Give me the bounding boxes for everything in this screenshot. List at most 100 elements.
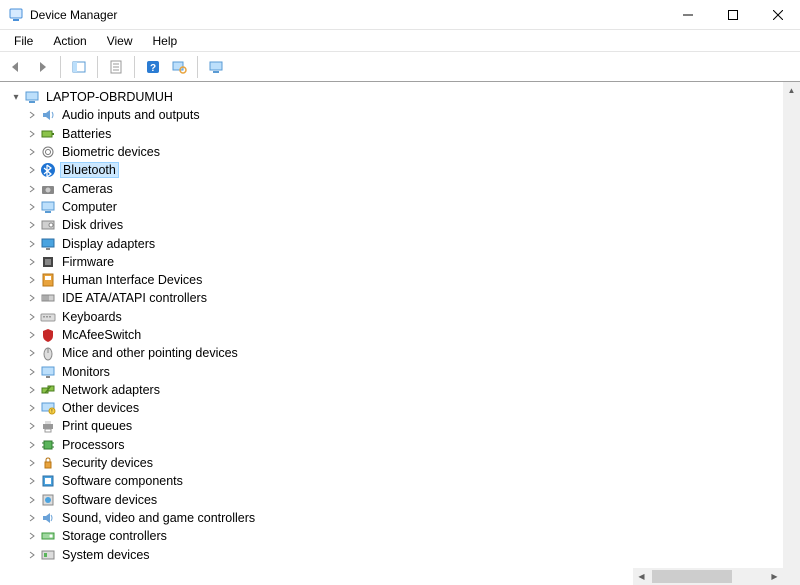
maximize-button[interactable] — [710, 0, 755, 30]
tree-item[interactable]: Computer — [4, 198, 800, 216]
tree-item-label: Sound, video and game controllers — [60, 511, 257, 525]
tree-item-label: Print queues — [60, 419, 134, 433]
vertical-scrollbar[interactable]: ▲ ▼ — [783, 82, 800, 585]
toolbar-separator — [97, 56, 98, 78]
tree-item[interactable]: Keyboards — [4, 308, 800, 326]
chevron-right-icon[interactable] — [26, 401, 40, 415]
tree-item[interactable]: Display adapters — [4, 234, 800, 252]
tree-item[interactable]: Security devices — [4, 454, 800, 472]
chevron-right-icon[interactable] — [26, 127, 40, 141]
display-icon — [40, 236, 56, 252]
tree-item-label: IDE ATA/ATAPI controllers — [60, 291, 209, 305]
help-toolbar-button[interactable]: ? — [141, 55, 165, 79]
tree-item[interactable]: Network adapters — [4, 381, 800, 399]
tree-root-label: LAPTOP-OBRDUMUH — [44, 90, 175, 104]
chevron-right-icon[interactable] — [26, 474, 40, 488]
back-button[interactable] — [4, 55, 28, 79]
tree-item-label: Biometric devices — [60, 145, 162, 159]
tree-item-label: Processors — [60, 438, 127, 452]
tree-item-label: System devices — [60, 548, 152, 562]
chevron-right-icon[interactable] — [26, 493, 40, 507]
chevron-right-icon[interactable] — [26, 108, 40, 122]
tree-item-label: Other devices — [60, 401, 141, 415]
tree-item[interactable]: Monitors — [4, 362, 800, 380]
tree-item[interactable]: Batteries — [4, 125, 800, 143]
scroll-track[interactable] — [650, 568, 766, 585]
tree-item[interactable]: Processors — [4, 436, 800, 454]
chevron-right-icon[interactable] — [26, 255, 40, 269]
toolbar: ? — [0, 52, 800, 82]
chevron-right-icon[interactable] — [26, 163, 40, 177]
tree-item[interactable]: Audio inputs and outputs — [4, 106, 800, 124]
scroll-right-button[interactable]: ▶ — [766, 568, 783, 585]
chevron-right-icon[interactable] — [26, 419, 40, 433]
tree-item[interactable]: McAfeeSwitch — [4, 326, 800, 344]
chevron-right-icon[interactable] — [26, 548, 40, 562]
scan-hardware-button[interactable] — [167, 55, 191, 79]
tree-item[interactable]: Software components — [4, 472, 800, 490]
chevron-right-icon[interactable] — [26, 310, 40, 324]
forward-button[interactable] — [30, 55, 54, 79]
printer-icon — [40, 418, 56, 434]
tree-item[interactable]: Print queues — [4, 417, 800, 435]
tree-item[interactable]: IDE ATA/ATAPI controllers — [4, 289, 800, 307]
chevron-right-icon[interactable] — [26, 511, 40, 525]
keyboard-icon — [40, 309, 56, 325]
menu-action[interactable]: Action — [43, 31, 96, 51]
toolbar-separator — [60, 56, 61, 78]
properties-button[interactable] — [104, 55, 128, 79]
tree-item-label: Mice and other pointing devices — [60, 346, 240, 360]
tree-item[interactable]: System devices — [4, 545, 800, 563]
tree-item[interactable]: Firmware — [4, 253, 800, 271]
chevron-right-icon[interactable] — [26, 273, 40, 287]
scroll-left-button[interactable]: ◀ — [633, 568, 650, 585]
tree-item-label: Software devices — [60, 493, 159, 507]
tree-item[interactable]: Bluetooth — [4, 161, 800, 179]
scroll-track[interactable] — [783, 99, 800, 568]
chevron-right-icon[interactable] — [26, 456, 40, 470]
tree-item-label: Keyboards — [60, 310, 124, 324]
chevron-right-icon[interactable] — [26, 145, 40, 159]
storage-icon — [40, 528, 56, 544]
svg-text:?: ? — [150, 63, 156, 74]
battery-icon — [40, 126, 56, 142]
tree-item[interactable]: Cameras — [4, 179, 800, 197]
other-icon: ! — [40, 400, 56, 416]
tree-item[interactable]: ! Other devices — [4, 399, 800, 417]
tree-item[interactable]: Biometric devices — [4, 143, 800, 161]
chevron-right-icon[interactable] — [26, 237, 40, 251]
scroll-up-button[interactable]: ▲ — [783, 82, 800, 99]
tree-item-label: Disk drives — [60, 218, 125, 232]
tree-item[interactable]: Human Interface Devices — [4, 271, 800, 289]
tree-item[interactable]: Disk drives — [4, 216, 800, 234]
devices-by-type-button[interactable] — [204, 55, 228, 79]
chevron-down-icon[interactable]: ▾ — [10, 90, 24, 104]
chevron-right-icon[interactable] — [26, 200, 40, 214]
menu-file[interactable]: File — [4, 31, 43, 51]
horizontal-scrollbar[interactable]: ◀ ▶ — [633, 568, 783, 585]
chevron-right-icon[interactable] — [26, 346, 40, 360]
menu-help[interactable]: Help — [143, 31, 188, 51]
close-button[interactable] — [755, 0, 800, 30]
tree-item[interactable]: Sound, video and game controllers — [4, 509, 800, 527]
window-controls — [665, 0, 800, 30]
tree-item[interactable]: Mice and other pointing devices — [4, 344, 800, 362]
chevron-right-icon[interactable] — [26, 365, 40, 379]
chevron-right-icon[interactable] — [26, 218, 40, 232]
chevron-right-icon[interactable] — [26, 291, 40, 305]
chevron-right-icon[interactable] — [26, 182, 40, 196]
show-hide-button[interactable] — [67, 55, 91, 79]
scroll-thumb[interactable] — [652, 570, 732, 583]
chevron-right-icon[interactable] — [26, 328, 40, 342]
tree-item[interactable]: Storage controllers — [4, 527, 800, 545]
chevron-right-icon[interactable] — [26, 529, 40, 543]
chevron-right-icon[interactable] — [26, 438, 40, 452]
tree-item[interactable]: Software devices — [4, 491, 800, 509]
tree-item-label: Display adapters — [60, 237, 157, 251]
software-device-icon — [40, 492, 56, 508]
tree-root-node[interactable]: ▾ LAPTOP-OBRDUMUH — [4, 88, 800, 106]
chevron-right-icon[interactable] — [26, 383, 40, 397]
svg-text:!: ! — [51, 409, 52, 415]
menu-view[interactable]: View — [97, 31, 143, 51]
minimize-button[interactable] — [665, 0, 710, 30]
